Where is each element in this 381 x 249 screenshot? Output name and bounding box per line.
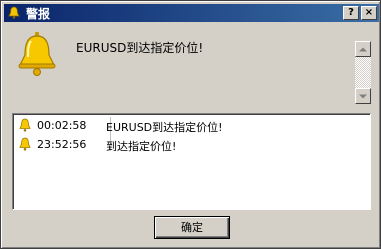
bell-icon	[15, 31, 59, 77]
alert-row-message: EURUSD到达指定价位!	[106, 121, 223, 134]
close-button[interactable]: ×	[361, 6, 377, 20]
window-title: 警报	[26, 6, 51, 21]
title-bar[interactable]: 警报 ? ×	[4, 4, 379, 22]
scroll-up-button[interactable]	[355, 41, 371, 57]
list-item[interactable]: 23:52:56 到达指定价位!	[15, 136, 369, 154]
alert-time: 00:02:58	[37, 119, 87, 132]
bell-icon	[6, 5, 22, 21]
message-scrollbar[interactable]	[355, 41, 371, 104]
list-item[interactable]: 00:02:58 EURUSD到达指定价位!	[15, 117, 369, 135]
ok-button[interactable]: 确定	[154, 216, 230, 239]
alert-history-list[interactable]: 00:02:58 EURUSD到达指定价位! 23:52:56 到达指定价位!	[12, 113, 371, 210]
bell-icon	[18, 137, 32, 152]
arrow-up-icon	[359, 47, 367, 51]
arrow-down-icon	[359, 94, 367, 98]
alert-window: 警报 ? × EURUSD到达指定价位! 00:02:58 EURUSD到达指定…	[0, 0, 381, 249]
alert-time: 23:52:56	[37, 138, 87, 151]
bell-icon	[18, 118, 32, 133]
alert-row-message: 到达指定价位!	[106, 140, 177, 153]
scroll-down-button[interactable]	[355, 88, 371, 104]
alert-message: EURUSD到达指定价位!	[76, 41, 204, 55]
help-button[interactable]: ?	[343, 6, 359, 20]
